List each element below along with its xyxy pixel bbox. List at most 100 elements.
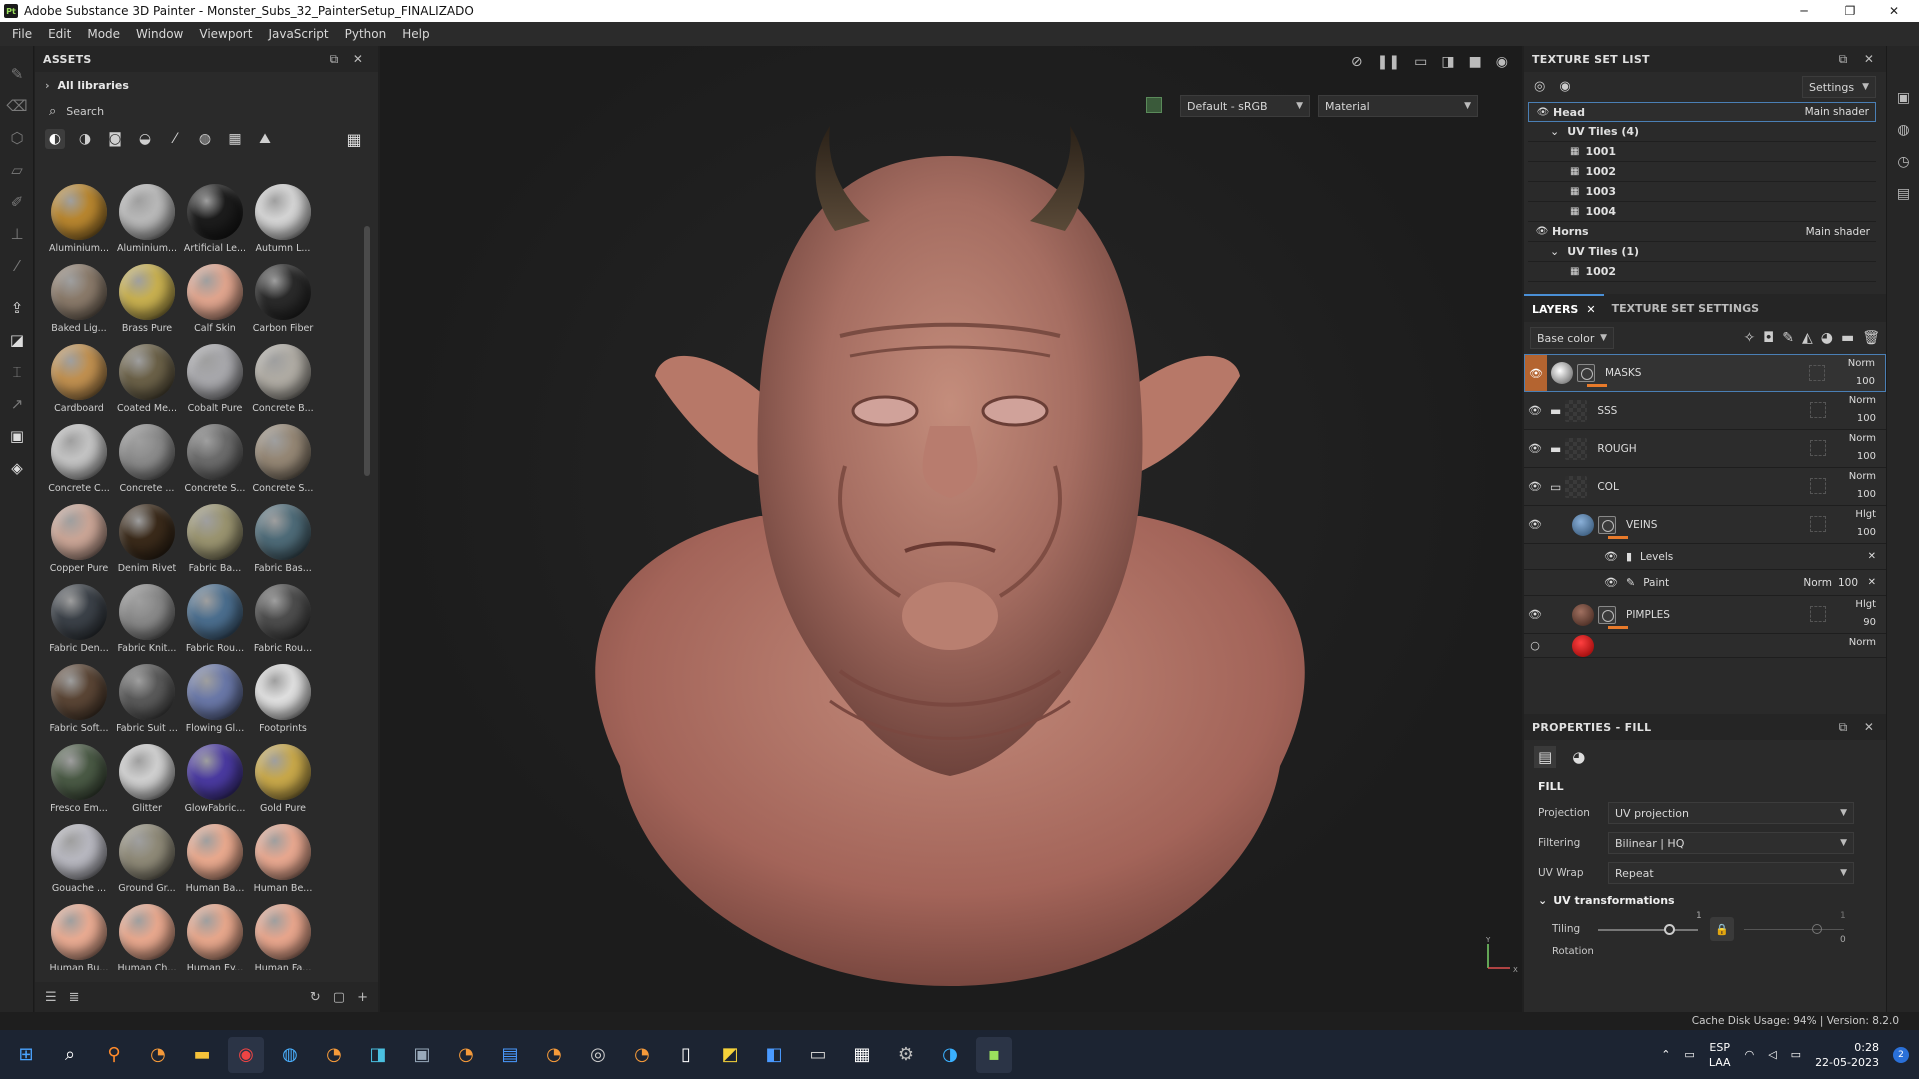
texture-set-head[interactable]: 👁 Head Main shader xyxy=(1528,102,1876,122)
alphas-filter-icon[interactable]: ◍ xyxy=(195,129,215,149)
asset-tile[interactable]: Gouache ... xyxy=(45,820,113,898)
asset-tile[interactable]: Fabric Knit... xyxy=(113,580,181,658)
menu-mode[interactable]: Mode xyxy=(79,27,128,41)
generators-filter-icon[interactable]: ◒ xyxy=(135,129,155,149)
mask-thumbnail[interactable] xyxy=(1577,364,1595,382)
uv-tiles-group[interactable]: ⌄ UV Tiles (1) xyxy=(1528,242,1876,262)
display-mode-dropdown[interactable]: Material ▼ xyxy=(1318,95,1478,117)
clone-stamp-icon[interactable]: ⊥ xyxy=(0,218,34,250)
menu-window[interactable]: Window xyxy=(128,27,191,41)
asset-tile[interactable]: Fabric Rou... xyxy=(249,580,317,658)
asset-tile[interactable]: Baked Lig... xyxy=(45,260,113,338)
asset-tile[interactable]: Fabric Suit ... xyxy=(113,660,181,738)
projection-icon[interactable]: ⬡ xyxy=(0,122,34,154)
environments-filter-icon[interactable]: ⛰ xyxy=(255,129,275,149)
pause-icon[interactable]: ❚❚ xyxy=(1377,54,1400,70)
opacity-value[interactable]: 100 xyxy=(1856,376,1875,387)
add-mask-icon[interactable]: ◘ xyxy=(1763,330,1774,346)
asset-tile[interactable]: Artificial Le... xyxy=(181,180,249,258)
monster-bust-model[interactable] xyxy=(500,126,1400,1006)
eye-icon[interactable]: 👁 xyxy=(1524,404,1546,417)
asset-tile[interactable]: Ground Gr... xyxy=(113,820,181,898)
mask-thumbnail[interactable] xyxy=(1598,605,1616,624)
viewport-mode-icon[interactable]: ▭ xyxy=(1414,54,1427,70)
float-panel-icon[interactable]: ⧉ xyxy=(1834,718,1852,736)
asset-tile[interactable]: Concrete C... xyxy=(45,420,113,498)
asset-tile[interactable]: Concrete B... xyxy=(249,340,317,418)
blender-icon[interactable]: ◔ xyxy=(316,1037,352,1073)
menu-file[interactable]: File xyxy=(4,27,40,41)
asset-tile[interactable]: Fabric Ba... xyxy=(181,500,249,578)
new-window-icon[interactable]: ▢ xyxy=(333,990,345,1005)
asset-tile[interactable]: Glitter xyxy=(113,740,181,818)
asset-tile[interactable]: Human Fa... xyxy=(249,900,317,970)
search-app-icon[interactable]: ⚲ xyxy=(96,1037,132,1073)
hide-ui-icon[interactable]: ⊘ xyxy=(1351,54,1363,70)
chevron-up-icon[interactable]: ⌃ xyxy=(1661,1048,1670,1061)
float-panel-icon[interactable]: ⧉ xyxy=(325,50,343,68)
asset-tile[interactable]: Fresco Em... xyxy=(45,740,113,818)
tablet-icon[interactable]: ▭ xyxy=(800,1037,836,1073)
textures-filter-icon[interactable]: ▦ xyxy=(225,129,245,149)
uv-transformations-group[interactable]: ⌄ UV transformations xyxy=(1538,888,1872,912)
eye-icon[interactable]: 👁 xyxy=(1534,226,1550,237)
lock-icon[interactable]: 🔒 xyxy=(1710,917,1734,941)
file-explorer-icon[interactable]: ▬ xyxy=(184,1037,220,1073)
screenshot-icon[interactable]: ◉ xyxy=(1496,54,1508,70)
uv-tile-row[interactable]: ▦ 1001 xyxy=(1528,142,1876,162)
close-panel-icon[interactable]: ✕ xyxy=(1860,50,1878,68)
asset-tile[interactable]: Coated Me... xyxy=(113,340,181,418)
asset-tile[interactable]: Calf Skin xyxy=(181,260,249,338)
add-fill-layer-icon[interactable]: ◭ xyxy=(1802,330,1813,346)
battery-icon[interactable]: ▭ xyxy=(1791,1048,1801,1061)
github-icon[interactable]: ◎ xyxy=(580,1037,616,1073)
asset-tile[interactable]: Concrete S... xyxy=(181,420,249,498)
chrome-icon[interactable]: ◉ xyxy=(228,1036,264,1073)
library-selector[interactable]: › All libraries xyxy=(35,72,378,98)
paint-brush-icon[interactable]: ✎ xyxy=(0,58,34,90)
blend-mode[interactable]: Norm xyxy=(1803,577,1832,589)
path-icon[interactable]: ↗ xyxy=(0,388,34,420)
close-panel-icon[interactable]: ✕ xyxy=(349,50,367,68)
uv-tiles-group[interactable]: ⌄ UV Tiles (4) xyxy=(1528,122,1876,142)
eye-icon[interactable]: 👁 xyxy=(1524,480,1546,493)
blend-mode[interactable]: Hlgt xyxy=(1855,509,1876,520)
language-indicator[interactable]: ESP LAA xyxy=(1709,1040,1731,1070)
eye-icon[interactable]: 👁 xyxy=(1604,550,1618,563)
blender-icon[interactable]: ◔ xyxy=(448,1037,484,1073)
chat-icon[interactable]: ◨ xyxy=(360,1037,396,1073)
materials-filter-icon[interactable]: ◐ xyxy=(45,129,65,149)
network-display-icon[interactable]: ▭ xyxy=(1684,1048,1694,1061)
uvwrap-dropdown[interactable]: Repeat ▼ xyxy=(1608,862,1854,884)
uv-tile-row[interactable]: ▦ 1003 xyxy=(1528,182,1876,202)
opacity-value[interactable]: 100 xyxy=(1857,451,1876,462)
opacity-value[interactable]: 100 xyxy=(1838,577,1858,589)
channel-dropdown[interactable]: Base color ▼ xyxy=(1530,327,1614,349)
projection-dropdown[interactable]: UV projection ▼ xyxy=(1608,802,1854,824)
asset-tile[interactable]: Human Ch... xyxy=(113,900,181,970)
layer-sss[interactable]: 👁 ▬ SSS Norm 100 xyxy=(1524,392,1886,430)
polygon-fill-icon[interactable]: ▱ xyxy=(0,154,34,186)
assets-scrollbar[interactable] xyxy=(364,226,370,476)
export-icon[interactable]: ⇪ xyxy=(0,292,34,324)
blender-icon[interactable]: ◔ xyxy=(140,1037,176,1073)
layer-masks[interactable]: 👁 MASKS Norm 100 xyxy=(1524,354,1886,392)
tiling-slider-v[interactable]: 1 0 xyxy=(1744,911,1846,945)
opacity-value[interactable]: 100 xyxy=(1857,489,1876,500)
clock[interactable]: 0:28 22-05-2023 xyxy=(1815,1040,1879,1070)
video-camera-icon[interactable]: ■ xyxy=(1469,54,1482,70)
refresh-icon[interactable]: ↻ xyxy=(310,990,321,1005)
color-profile-icon[interactable] xyxy=(1146,97,1162,113)
material-properties-icon[interactable]: ◕ xyxy=(1572,748,1585,766)
asset-tile[interactable]: Cardboard xyxy=(45,340,113,418)
asset-tile[interactable]: Concrete S... xyxy=(249,420,317,498)
uv-tile-row[interactable]: ▦ 1002 xyxy=(1528,262,1876,282)
eye-icon[interactable]: 👁 xyxy=(1524,442,1546,455)
effect-paint[interactable]: 👁 ✎ Paint Norm 100 ✕ xyxy=(1524,570,1886,596)
asset-tile[interactable]: Copper Pure xyxy=(45,500,113,578)
settings-gear-icon[interactable]: ⚙ xyxy=(888,1037,924,1073)
blender-icon[interactable]: ◔ xyxy=(536,1037,572,1073)
menu-edit[interactable]: Edit xyxy=(40,27,79,41)
display-settings-icon[interactable]: ▣ xyxy=(1887,82,1919,114)
asset-tile[interactable]: Footprints xyxy=(249,660,317,738)
